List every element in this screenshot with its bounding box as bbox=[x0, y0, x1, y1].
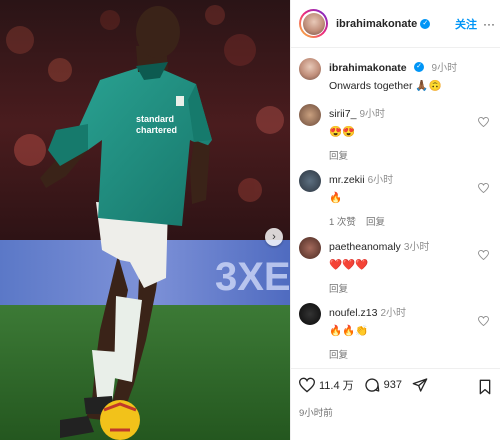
post-side-panel: ibrahimakonate ✓ 关注 ··· ibrahimakonate ✓… bbox=[290, 0, 500, 440]
reply-button[interactable]: 回复 bbox=[366, 217, 385, 228]
comment-text: 🔥 bbox=[329, 192, 343, 204]
ad-board-text: 3XE bbox=[215, 255, 290, 299]
post-header: ibrahimakonate ✓ 关注 ··· bbox=[291, 0, 500, 48]
like-post-icon[interactable] bbox=[299, 377, 315, 393]
comment-username[interactable]: noufel.z13 bbox=[329, 307, 377, 319]
comment-time: 9小时 bbox=[359, 109, 385, 120]
comment-avatar[interactable] bbox=[299, 104, 321, 126]
next-photo-button[interactable]: › bbox=[265, 228, 283, 246]
comment-item: mr.zekii 6小时 🔥 1 次赞 回复 bbox=[299, 170, 493, 228]
story-ring[interactable] bbox=[299, 9, 328, 38]
reply-button[interactable]: 回复 bbox=[329, 284, 348, 295]
caption-verified-icon: ✓ bbox=[414, 61, 425, 72]
follow-button[interactable]: 关注 bbox=[455, 16, 477, 32]
post-caption: ibrahimakonate ✓ 9小时 Onwards together 🙏🏾… bbox=[299, 58, 493, 92]
caption-time: 9小时 bbox=[431, 63, 458, 74]
comment-text: ❤️❤️❤️ bbox=[329, 259, 369, 271]
likes-count[interactable]: 11.4 万 bbox=[319, 377, 354, 393]
jersey-sponsor-line1: standard bbox=[136, 114, 174, 124]
comment-item: noufel.z13 2小时 🔥🔥👏 回复 bbox=[299, 303, 493, 361]
reply-button[interactable]: 回复 bbox=[329, 151, 348, 162]
likes-count-button[interactable]: 1 次赞 bbox=[329, 217, 356, 228]
more-options-icon[interactable]: ··· bbox=[483, 17, 495, 31]
caption-avatar[interactable] bbox=[299, 58, 321, 80]
like-comment-icon[interactable] bbox=[478, 117, 489, 127]
post-timestamp: 9小时前 bbox=[299, 408, 333, 419]
comment-avatar[interactable] bbox=[299, 237, 321, 259]
like-comment-icon[interactable] bbox=[478, 316, 489, 326]
comments-count[interactable]: 937 bbox=[384, 379, 402, 391]
caption-username[interactable]: ibrahimakonate bbox=[329, 62, 407, 74]
comment-avatar[interactable] bbox=[299, 170, 321, 192]
author-username[interactable]: ibrahimakonate bbox=[336, 18, 417, 30]
save-bookmark-icon[interactable] bbox=[477, 379, 493, 395]
comment-text: 😍😍 bbox=[329, 126, 356, 138]
comment-icon[interactable] bbox=[364, 377, 380, 393]
instagram-post-view: 3XE standard chartered › ibrahimakonate … bbox=[0, 0, 500, 440]
jersey-sponsor-line2: chartered bbox=[136, 125, 177, 135]
post-photo[interactable]: 3XE standard chartered › bbox=[0, 0, 290, 440]
comment-time: 3小时 bbox=[403, 242, 430, 253]
share-icon[interactable] bbox=[412, 377, 428, 393]
post-actions-bar: 11.4 万 937 9小时前 bbox=[291, 368, 500, 419]
comment-text: 🔥🔥👏 bbox=[329, 325, 369, 337]
comment-item: paetheanomaly 3小时 ❤️❤️❤️ 回复 bbox=[299, 237, 493, 295]
comment-time: 2小时 bbox=[380, 308, 407, 319]
comment-username[interactable]: mr.zekii bbox=[329, 174, 365, 186]
comment-item: sirii7_ 9小时 😍😍 回复 bbox=[299, 104, 493, 162]
caption-text: Onwards together 🙏🏾🙃 bbox=[329, 80, 442, 92]
comment-username[interactable]: sirii7_ bbox=[329, 108, 356, 120]
like-comment-icon[interactable] bbox=[478, 250, 489, 260]
comment-avatar[interactable] bbox=[299, 303, 321, 325]
reply-button[interactable]: 回复 bbox=[329, 350, 348, 361]
comment-time: 6小时 bbox=[367, 175, 394, 186]
author-avatar[interactable] bbox=[302, 12, 325, 35]
like-comment-icon[interactable] bbox=[478, 183, 489, 193]
verified-badge-icon: ✓ bbox=[420, 18, 431, 29]
comment-username[interactable]: paetheanomaly bbox=[329, 241, 401, 253]
player-photo: 3XE standard chartered bbox=[0, 0, 290, 440]
